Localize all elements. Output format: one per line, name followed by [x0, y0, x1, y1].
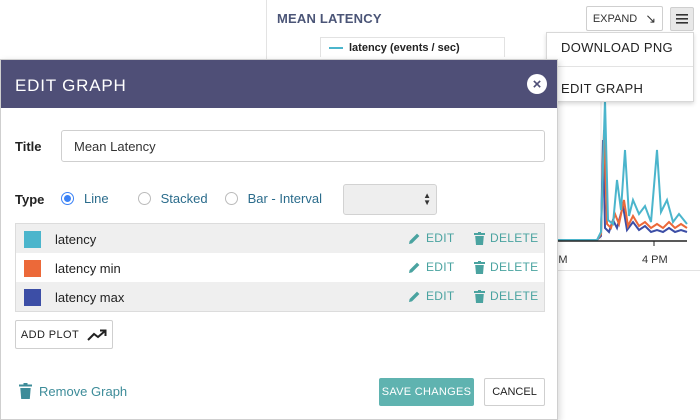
trash-icon [19, 383, 32, 399]
table-row: latency max EDIT DELETE [16, 282, 544, 311]
edit-graph-modal: EDIT GRAPH × Title Type Line Stacked Bar… [0, 59, 558, 420]
delete-label: DELETE [490, 260, 539, 274]
table-row: latency min EDIT DELETE [16, 253, 544, 282]
radio-label-bar-interval[interactable]: Bar - Interval [248, 191, 322, 206]
close-icon[interactable]: × [527, 74, 547, 94]
add-plot-button[interactable]: ADD PLOT [15, 320, 113, 349]
title-input[interactable] [61, 130, 545, 162]
trash-icon [474, 260, 485, 274]
radio-line[interactable] [61, 192, 74, 205]
type-radio-group: Line Stacked Bar - Interval [61, 191, 322, 206]
save-changes-button[interactable]: SAVE CHANGES [379, 378, 474, 406]
radio-label-stacked[interactable]: Stacked [161, 191, 208, 206]
delete-plot-button[interactable]: DELETE [474, 231, 538, 245]
plot-name: latency [55, 232, 97, 247]
modal-header: EDIT GRAPH × [1, 60, 557, 108]
x-tick-label: 4 PM [642, 254, 668, 266]
radio-bar-interval[interactable] [224, 192, 238, 205]
menu-divider [547, 66, 693, 67]
trash-icon [474, 231, 485, 245]
plot-name: latency max [55, 290, 125, 305]
add-plot-label: ADD PLOT [20, 328, 80, 341]
trash-icon [474, 289, 485, 303]
pencil-icon [409, 291, 420, 302]
remove-graph-label: Remove Graph [39, 383, 128, 399]
edit-plot-button[interactable]: EDIT [408, 260, 455, 274]
interval-select[interactable]: ▲ ▼ [343, 184, 437, 215]
delete-plot-button[interactable]: DELETE [474, 260, 538, 274]
title-label: Title [15, 139, 42, 154]
pencil-icon [409, 262, 420, 273]
color-swatch[interactable] [24, 260, 41, 277]
edit-label: EDIT [426, 260, 455, 274]
radio-stacked[interactable] [137, 192, 151, 205]
edit-plot-button[interactable]: EDIT [408, 289, 455, 303]
type-label: Type [15, 192, 45, 207]
delete-label: DELETE [490, 231, 539, 245]
edit-plot-button[interactable]: EDIT [408, 231, 455, 245]
menu-item-download-png[interactable]: DOWNLOAD PNG [561, 40, 673, 55]
color-swatch[interactable] [24, 231, 41, 248]
table-row: latency EDIT DELETE [16, 224, 544, 253]
menu-item-edit-graph[interactable]: EDIT GRAPH [561, 81, 643, 96]
cancel-button[interactable]: CANCEL [484, 378, 545, 406]
modal-title: EDIT GRAPH [15, 76, 127, 95]
select-caret-icon: ▲ ▼ [423, 191, 431, 207]
delete-plot-button[interactable]: DELETE [474, 289, 538, 303]
plots-table: latency EDIT DELETE latency min EDIT DEL… [15, 223, 545, 312]
graph-options-menu: DOWNLOAD PNG EDIT GRAPH [546, 32, 694, 102]
remove-graph-button[interactable]: Remove Graph [19, 383, 127, 399]
color-swatch[interactable] [24, 289, 41, 306]
edit-label: EDIT [426, 231, 455, 245]
plot-name: latency min [55, 261, 121, 276]
pencil-icon [409, 233, 420, 244]
trending-up-icon [87, 329, 107, 341]
radio-label-line[interactable]: Line [84, 191, 109, 206]
edit-label: EDIT [426, 289, 455, 303]
delete-label: DELETE [490, 289, 539, 303]
